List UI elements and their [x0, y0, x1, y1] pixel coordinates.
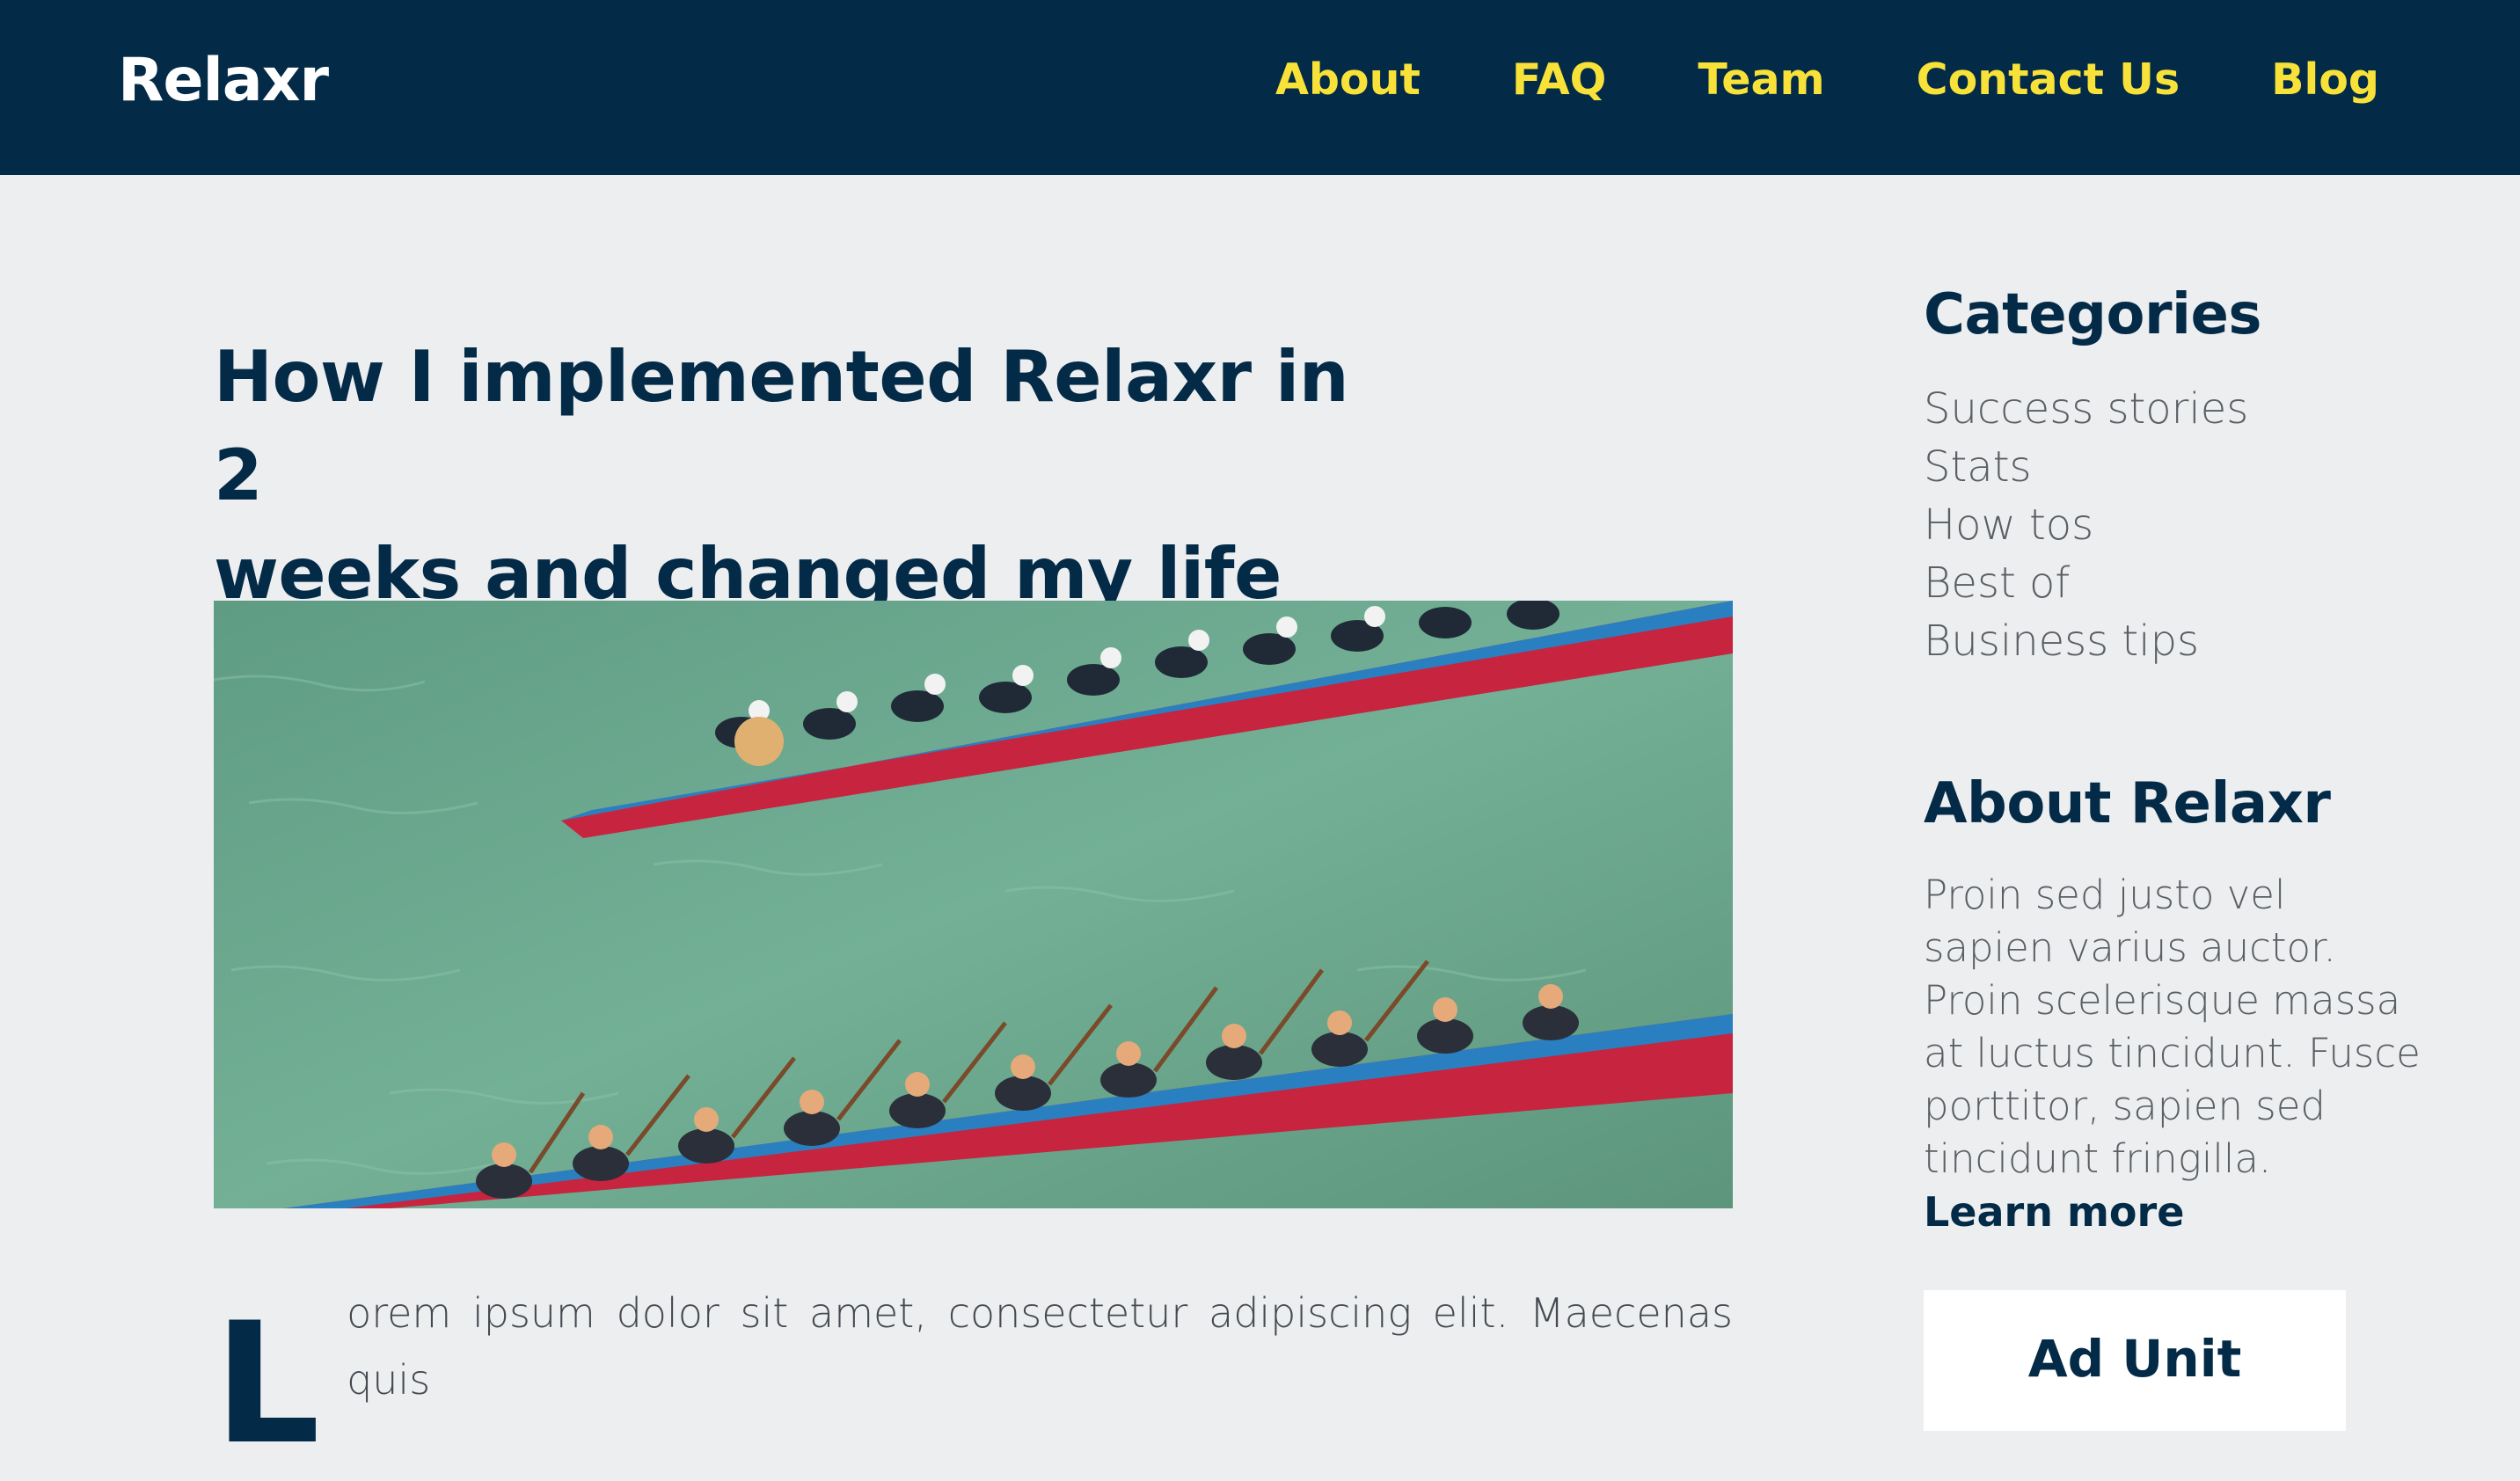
drop-cap: L: [214, 1287, 321, 1481]
post-body-line-1: orem ipsum dolor sit amet, consectetur a…: [347, 1289, 1733, 1404]
nav-link-about[interactable]: About: [1275, 55, 1421, 105]
category-stats[interactable]: Stats: [1924, 438, 2434, 496]
nav-link-blog[interactable]: Blog: [2271, 55, 2379, 105]
categories-list: Success stories Stats How tos Best of Bu…: [1924, 380, 2434, 670]
nav-link-faq[interactable]: FAQ: [1512, 55, 1606, 105]
learn-more-link[interactable]: Learn more: [1924, 1186, 2425, 1238]
category-success-stories[interactable]: Success stories: [1924, 380, 2434, 438]
nav-link-contact-us[interactable]: Contact Us: [1917, 55, 2180, 105]
category-business-tips[interactable]: Business tips: [1924, 612, 2434, 670]
dragon-boat-race-photo: [214, 601, 1733, 1208]
brand-logo[interactable]: Relaxr: [118, 46, 329, 115]
ad-unit-label: Ad Unit: [2027, 1329, 2242, 1389]
sidebar: Categories Success stories Stats How tos…: [1924, 280, 2434, 1238]
top-navbar: Relaxr About FAQ Team Contact Us Blog: [0, 0, 2520, 175]
ad-unit[interactable]: Ad Unit: [1924, 1290, 2346, 1431]
nav-link-team[interactable]: Team: [1698, 55, 1824, 105]
main-nav: About FAQ Team Contact Us Blog: [1275, 55, 2379, 105]
category-how-tos[interactable]: How tos: [1924, 496, 2434, 554]
categories-heading: Categories: [1924, 282, 2261, 347]
post-body: L orem ipsum dolor sit amet, consectetur…: [214, 1280, 1733, 1481]
post-title: How I implemented Relaxr in 2 weeks and …: [214, 328, 1357, 624]
about-heading: About Relaxr: [1924, 771, 2331, 836]
hero-image: [214, 601, 1733, 1208]
category-best-of[interactable]: Best of: [1924, 554, 2434, 612]
about-description: Proin sed justo vel sapien varius auctor…: [1924, 872, 2421, 1182]
about-text: Proin sed justo vel sapien varius auctor…: [1924, 869, 2425, 1238]
post-title-line-1: How I implemented Relaxr in 2: [214, 336, 1349, 516]
